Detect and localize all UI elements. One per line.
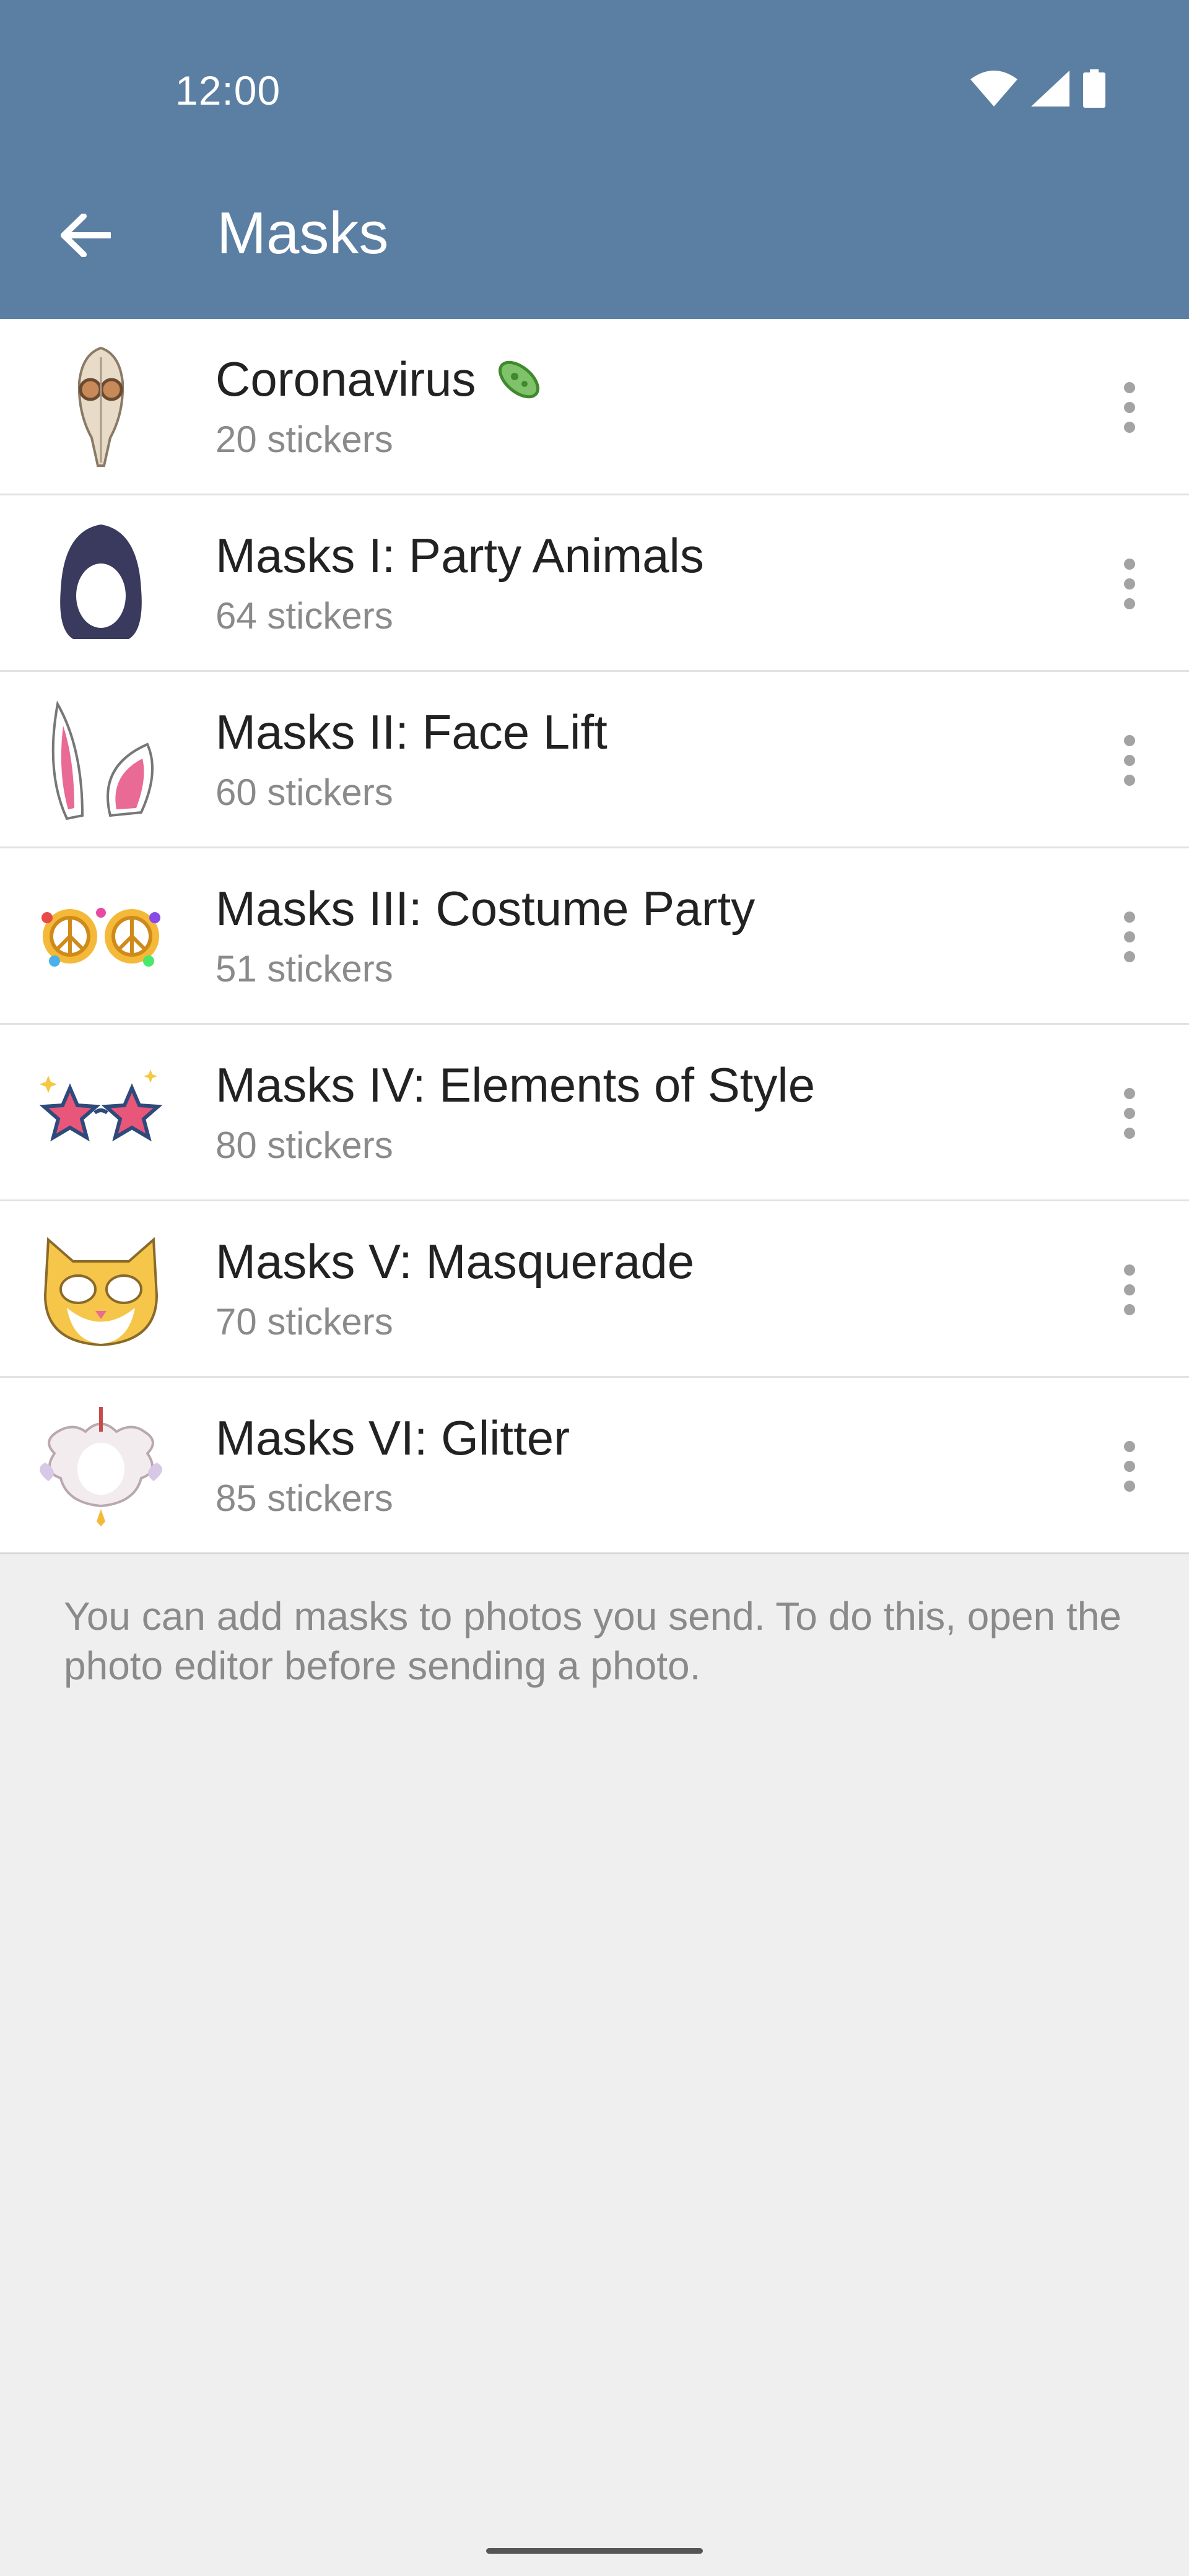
status-icons xyxy=(970,67,1105,110)
dot xyxy=(1124,578,1135,590)
more-options-button[interactable] xyxy=(1105,544,1154,624)
dot xyxy=(1124,598,1135,609)
more-options-button[interactable] xyxy=(1105,1073,1154,1154)
dot xyxy=(1124,931,1135,942)
list-item[interactable]: Masks III: Costume Party 51 stickers xyxy=(0,848,1189,1025)
dot xyxy=(1124,1284,1135,1295)
sticker-count: 20 stickers xyxy=(216,419,393,460)
sticker-set-name: Masks V: Masquerade xyxy=(216,1234,695,1289)
dot xyxy=(1124,422,1135,433)
sticker-set-name: Coronavirus xyxy=(216,351,547,407)
more-options-button[interactable] xyxy=(1105,897,1154,977)
home-indicator[interactable] xyxy=(486,2548,703,2554)
dot xyxy=(1124,559,1135,570)
plague-doctor-mask-thumbnail xyxy=(77,346,124,467)
dot xyxy=(1124,1128,1135,1139)
status-time: 12:00 xyxy=(175,67,281,113)
more-options-button[interactable] xyxy=(1105,367,1154,448)
star-glasses-thumbnail xyxy=(39,1069,163,1142)
dot xyxy=(1124,1481,1135,1492)
bunny-ears-thumbnail xyxy=(51,700,154,820)
dot xyxy=(1124,1461,1135,1472)
dot xyxy=(1124,1264,1135,1276)
arrow-left-icon xyxy=(61,214,111,257)
list-item[interactable]: Coronavirus 20 stickers xyxy=(0,319,1189,495)
app-bar: 12:00 Masks xyxy=(0,0,1189,319)
sticker-count: 80 stickers xyxy=(216,1125,393,1166)
sticker-count: 51 stickers xyxy=(216,948,393,990)
hood-mask-thumbnail xyxy=(60,524,142,639)
dot xyxy=(1124,1108,1135,1119)
mask-set-list: Coronavirus 20 stickers Masks I: Party A… xyxy=(0,319,1189,1554)
dot xyxy=(1124,402,1135,413)
dot xyxy=(1124,735,1135,746)
dot xyxy=(1124,1088,1135,1099)
back-button[interactable] xyxy=(48,198,123,272)
more-options-button[interactable] xyxy=(1105,1426,1154,1507)
sticker-set-name: Masks III: Costume Party xyxy=(216,881,756,936)
cat-mask-thumbnail xyxy=(43,1237,159,1347)
sticker-count: 70 stickers xyxy=(216,1301,393,1342)
dot xyxy=(1124,1441,1135,1452)
list-item[interactable]: Masks II: Face Lift 60 stickers xyxy=(0,672,1189,848)
more-options-button[interactable] xyxy=(1105,1250,1154,1330)
list-item[interactable]: Masks V: Masquerade 70 stickers xyxy=(0,1201,1189,1378)
microbe-icon xyxy=(498,360,539,398)
list-item[interactable]: Masks IV: Elements of Style 80 stickers xyxy=(0,1025,1189,1201)
sticker-set-name: Masks II: Face Lift xyxy=(216,705,608,759)
dot xyxy=(1124,775,1135,786)
dot xyxy=(1124,951,1135,962)
signal-icon xyxy=(1031,71,1069,107)
sticker-set-name: Masks I: Party Animals xyxy=(216,528,704,583)
list-item[interactable]: Masks VI: Glitter 85 stickers xyxy=(0,1378,1189,1554)
masks-info-text: You can add masks to photos you send. To… xyxy=(64,1594,1121,1688)
list-item[interactable]: Masks I: Party Animals 64 stickers xyxy=(0,495,1189,672)
more-options-button[interactable] xyxy=(1105,720,1154,801)
wifi-icon xyxy=(970,71,1017,107)
dot xyxy=(1124,382,1135,393)
sheep-mask-thumbnail xyxy=(40,1407,162,1526)
dot xyxy=(1124,755,1135,766)
sticker-set-name: Masks VI: Glitter xyxy=(216,1411,570,1465)
page-title: Masks xyxy=(217,200,389,266)
peace-glasses-thumbnail xyxy=(41,908,160,967)
sticker-count: 64 stickers xyxy=(216,595,393,637)
dot xyxy=(1124,1304,1135,1315)
dot xyxy=(1124,912,1135,923)
sticker-count: 60 stickers xyxy=(216,772,393,813)
sticker-count: 85 stickers xyxy=(216,1477,393,1519)
battery-icon xyxy=(1083,69,1105,108)
sticker-set-name: Masks IV: Elements of Style xyxy=(216,1058,816,1112)
